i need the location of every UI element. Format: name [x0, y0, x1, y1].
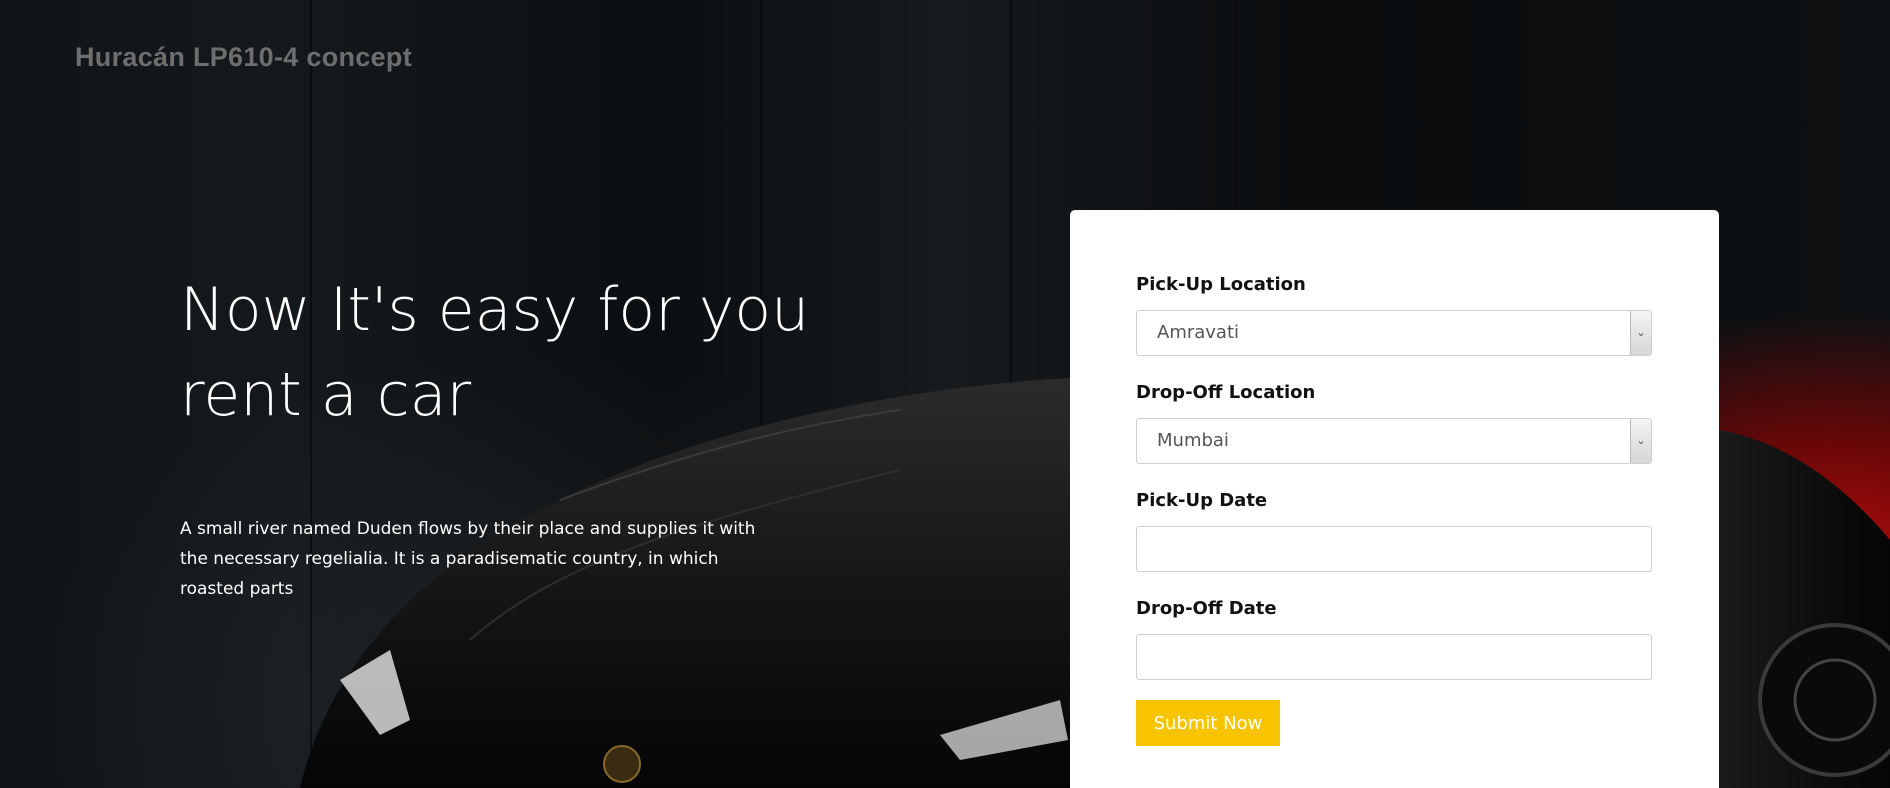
dropoff-date-input[interactable] [1136, 634, 1652, 680]
dropoff-date-label: Drop-Off Date [1136, 598, 1277, 619]
car-emblem [603, 745, 641, 783]
brand-logo-text[interactable]: Huracán LP610-4 concept [75, 42, 412, 73]
submit-button[interactable]: Submit Now [1136, 700, 1280, 746]
rental-form: Pick-Up Location Amravati ⌄ Drop-Off Loc… [1070, 210, 1719, 788]
dropoff-location-label: Drop-Off Location [1136, 382, 1316, 403]
car-wheel [1758, 623, 1890, 777]
hero-description: A small river named Duden flows by their… [180, 519, 756, 599]
dropoff-location-value: Mumbai [1157, 430, 1229, 451]
dropoff-location-select[interactable]: Mumbai ⌄ [1136, 418, 1652, 464]
chevron-down-icon[interactable]: ⌄ [1630, 311, 1651, 355]
pickup-date-input[interactable] [1136, 526, 1652, 572]
pickup-location-label: Pick-Up Location [1136, 274, 1306, 295]
pickup-location-value: Amravati [1157, 322, 1240, 343]
chevron-down-icon[interactable]: ⌄ [1630, 419, 1651, 463]
hero-headline: Now It's easy for you rent a car [180, 275, 810, 430]
pickup-date-label: Pick-Up Date [1136, 490, 1268, 511]
pickup-location-select[interactable]: Amravati ⌄ [1136, 310, 1652, 356]
hero-section: Huracán LP610-4 concept Now It's easy fo… [0, 0, 1890, 788]
